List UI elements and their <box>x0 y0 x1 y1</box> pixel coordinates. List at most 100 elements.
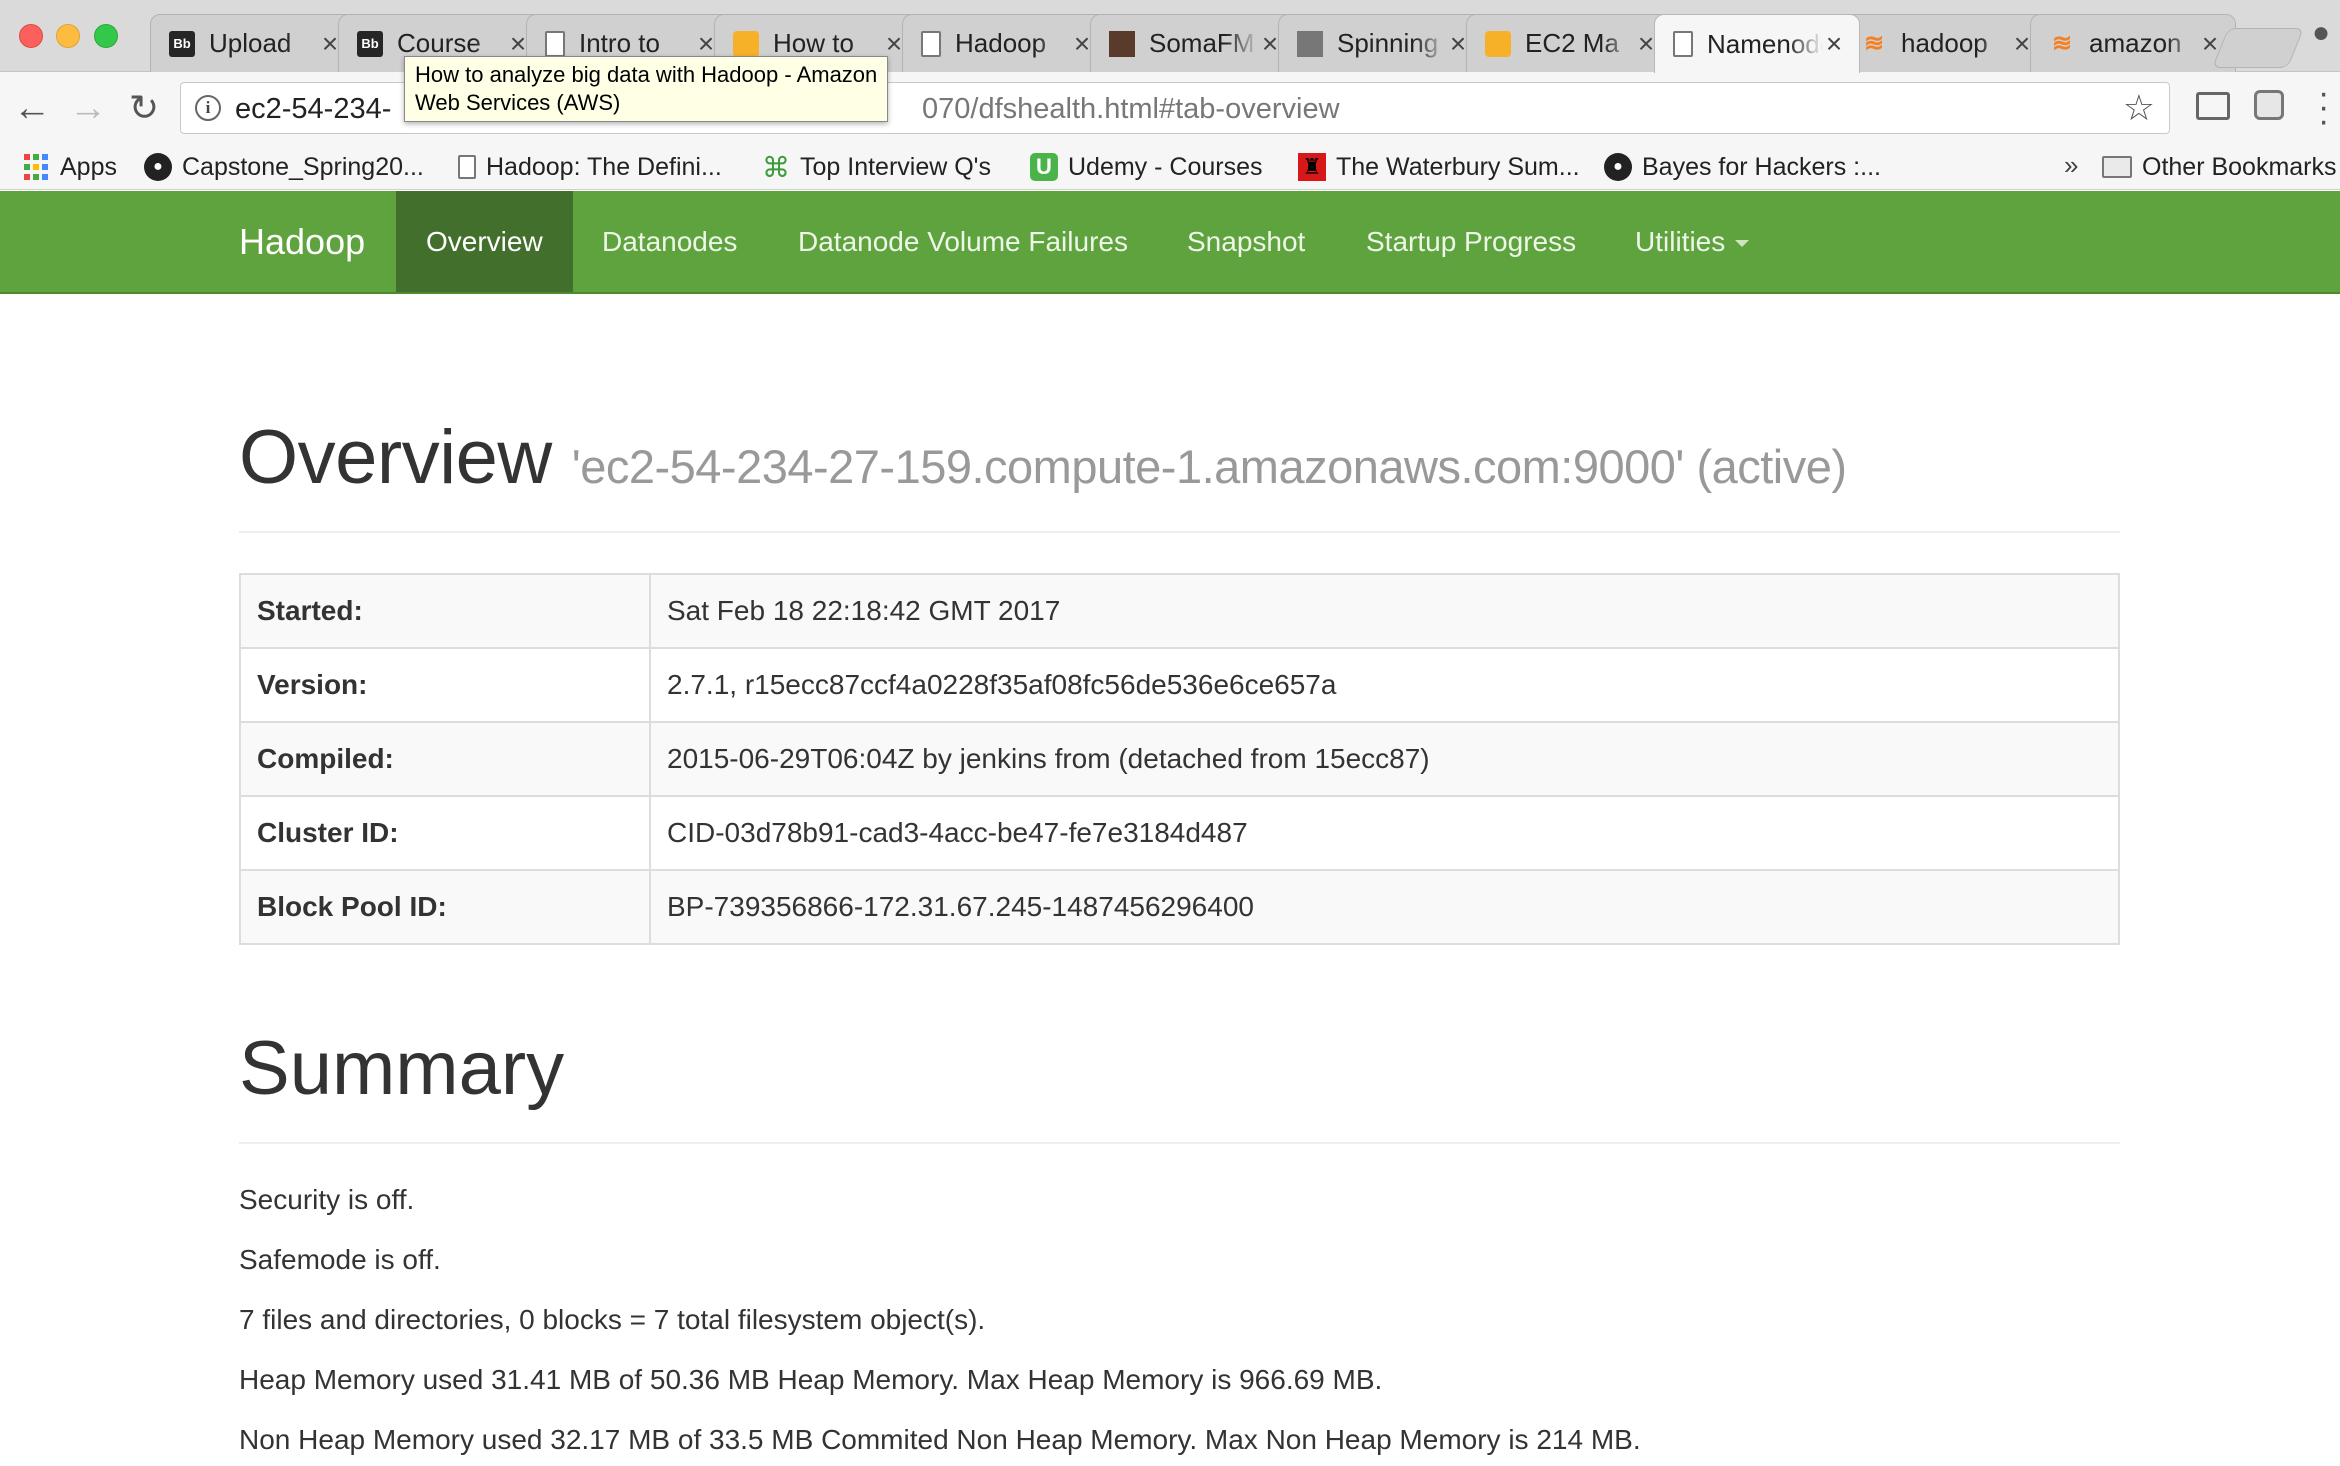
overview-title: Overview <box>239 415 552 500</box>
bookmark-label: Udemy - Courses <box>1068 152 1263 181</box>
bookmark-label: Top Interview Q's <box>800 152 991 181</box>
tooltip-line: Web Services (AWS) <box>415 90 621 115</box>
apps-grid-icon <box>22 153 50 181</box>
bookmark-item[interactable]: ● Bayes for Hackers :... <box>1604 150 1881 184</box>
tab-close-icon[interactable]: × <box>1823 30 1845 58</box>
profile-icon[interactable]: ● <box>2312 16 2340 49</box>
browser-tab-active[interactable]: Namenode × <box>1654 14 1860 73</box>
browser-tab[interactable]: SomaFM × <box>1090 14 1296 72</box>
table-row: Cluster ID: CID-03d78b91-cad3-4acc-be47-… <box>239 795 2120 871</box>
github-icon: ● <box>144 153 172 181</box>
window-close-button[interactable] <box>19 24 43 48</box>
caret-down-icon <box>1735 240 1750 248</box>
row-value: CID-03d78b91-cad3-4acc-be47-fe7e3184d487 <box>649 795 2120 871</box>
bookmark-label: The Waterbury Sum... <box>1336 152 1580 181</box>
tab-title: How to <box>773 28 854 58</box>
tab-tooltip: How to analyze big data with Hadoop - Am… <box>404 56 889 122</box>
bookmark-item[interactable]: ⌘ Top Interview Q's <box>762 150 991 184</box>
url-text-end: 070/dfshealth.html#tab-overview <box>922 93 1340 125</box>
back-arrow-icon[interactable]: ← <box>10 86 54 130</box>
table-row: Version: 2.7.1, r15ecc87ccf4a0228f35af08… <box>239 647 2120 723</box>
summary-line: Safemode is off. <box>239 1244 441 1275</box>
clover-icon: ⌘ <box>762 151 790 183</box>
browser-tab[interactable]: ≋ hadoop × <box>1842 14 2048 72</box>
document-icon <box>545 30 565 57</box>
tab-title: Hadoop <box>955 28 1047 58</box>
bookmark-label: Bayes for Hackers :... <box>1642 152 1881 181</box>
row-value: Sat Feb 18 22:18:42 GMT 2017 <box>649 573 2120 649</box>
browser-toolbar: ← → ↻ i ec2-54-234- 070/dfshealth.html#t… <box>0 72 2340 144</box>
summary-heading: Summary <box>239 1025 2120 1144</box>
browser-tab[interactable]: Bb Upload × <box>150 14 356 72</box>
browser-tab[interactable]: EC2 Ma × <box>1466 14 1672 72</box>
bookmark-star-icon[interactable]: ☆ <box>2123 87 2155 129</box>
waterbury-icon: ♜ <box>1298 153 1326 181</box>
window-maximize-button[interactable] <box>94 24 118 48</box>
summary-line: 7 files and directories, 0 blocks = 7 to… <box>239 1304 986 1335</box>
navbar-brand[interactable]: Hadoop <box>239 191 365 292</box>
somafm-icon <box>1109 30 1135 57</box>
nav-startup-progress[interactable]: Startup Progress <box>1336 191 1606 292</box>
overview-subtitle: 'ec2-54-234-27-159.compute-1.amazonaws.c… <box>571 440 1847 493</box>
blackboard-icon: Bb <box>357 30 383 57</box>
forward-arrow-icon[interactable]: → <box>66 86 110 130</box>
bookmark-item[interactable]: ♜ The Waterbury Sum... <box>1298 150 1580 184</box>
window-minimize-button[interactable] <box>56 24 80 48</box>
bookmark-label: Other Bookmarks <box>2142 152 2337 181</box>
new-tab-button[interactable] <box>2211 28 2305 68</box>
row-label: Block Pool ID: <box>239 869 651 945</box>
nav-utilities-label: Utilities <box>1635 226 1726 257</box>
overview-table: Started: Sat Feb 18 22:18:42 GMT 2017 Ve… <box>239 573 2120 945</box>
nav-snapshot[interactable]: Snapshot <box>1157 191 1335 292</box>
row-value: BP-739356866-172.31.67.245-1487456296400 <box>649 869 2120 945</box>
menu-kebab-icon[interactable]: · · · <box>2318 76 2329 138</box>
stackoverflow-icon: ≋ <box>1863 30 1885 57</box>
tab-title: hadoop <box>1901 28 1988 58</box>
github-icon: ● <box>1604 153 1632 181</box>
row-value: 2.7.1, r15ecc87ccf4a0228f35af08fc56de536… <box>649 647 2120 723</box>
other-bookmarks-folder[interactable]: Other Bookmarks <box>2102 150 2337 184</box>
document-icon <box>1673 31 1693 57</box>
table-row: Block Pool ID: BP-739356866-172.31.67.24… <box>239 869 2120 945</box>
bookmark-item[interactable]: Hadoop: The Defini... <box>458 150 722 184</box>
bookmark-label: Hadoop: The Defini... <box>486 152 722 181</box>
browser-tab[interactable]: Spinning × <box>1278 14 1484 72</box>
summary-section: Security is off. Safemode is off. 7 file… <box>239 1184 2120 1456</box>
overview-heading: Overview 'ec2-54-234-27-159.compute-1.ama… <box>239 415 1847 500</box>
row-label: Version: <box>239 647 651 723</box>
nav-overview[interactable]: Overview <box>396 191 573 292</box>
reload-icon[interactable]: ↻ <box>122 86 166 130</box>
url-text-start: ec2-54-234- <box>235 93 392 125</box>
summary-line: Heap Memory used 31.41 MB of 50.36 MB He… <box>239 1364 1383 1395</box>
document-icon <box>458 155 476 179</box>
nav-utilities-dropdown[interactable]: Utilities <box>1605 191 1779 292</box>
row-label: Started: <box>239 573 651 649</box>
bookmark-apps[interactable]: Apps <box>22 150 117 184</box>
aws-icon <box>1485 30 1511 57</box>
tab-title: Namenode <box>1707 28 1823 59</box>
spinning-icon <box>1297 30 1323 57</box>
info-icon[interactable]: i <box>195 95 221 121</box>
main-content: Overview 'ec2-54-234-27-159.compute-1.ama… <box>239 294 2120 1456</box>
nav-datanodes[interactable]: Datanodes <box>572 191 767 292</box>
bookmarks-bar: Apps ● Capstone_Spring20... Hadoop: The … <box>0 144 2340 190</box>
tab-title: Spinning <box>1337 28 1439 58</box>
blackboard-icon: Bb <box>169 30 195 57</box>
folder-icon <box>2102 156 2132 178</box>
table-row: Started: Sat Feb 18 22:18:42 GMT 2017 <box>239 573 2120 649</box>
nav-datanode-volume-failures[interactable]: Datanode Volume Failures <box>768 191 1158 292</box>
bookmark-label: Apps <box>60 152 117 181</box>
browser-tab[interactable]: Hadoop × <box>902 14 1108 72</box>
tooltip-line: How to analyze big data with Hadoop - Am… <box>415 62 878 87</box>
cast-icon[interactable] <box>2196 92 2230 120</box>
summary-line: Security is off. <box>239 1184 415 1215</box>
bookmark-item[interactable]: ● Capstone_Spring20... <box>144 150 424 184</box>
browser-tab[interactable]: ≋ amazon × <box>2030 14 2236 72</box>
extension-icon[interactable] <box>2254 90 2284 120</box>
udemy-icon: U <box>1030 153 1058 181</box>
bookmark-item[interactable]: U Udemy - Courses <box>1030 150 1263 184</box>
hadoop-navbar: Hadoop Overview Datanodes Datanode Volum… <box>0 191 2340 294</box>
bookmarks-overflow-button[interactable]: » <box>2064 150 2078 181</box>
tab-title: Intro to <box>579 28 660 58</box>
tab-title: SomaFM <box>1149 28 1255 58</box>
